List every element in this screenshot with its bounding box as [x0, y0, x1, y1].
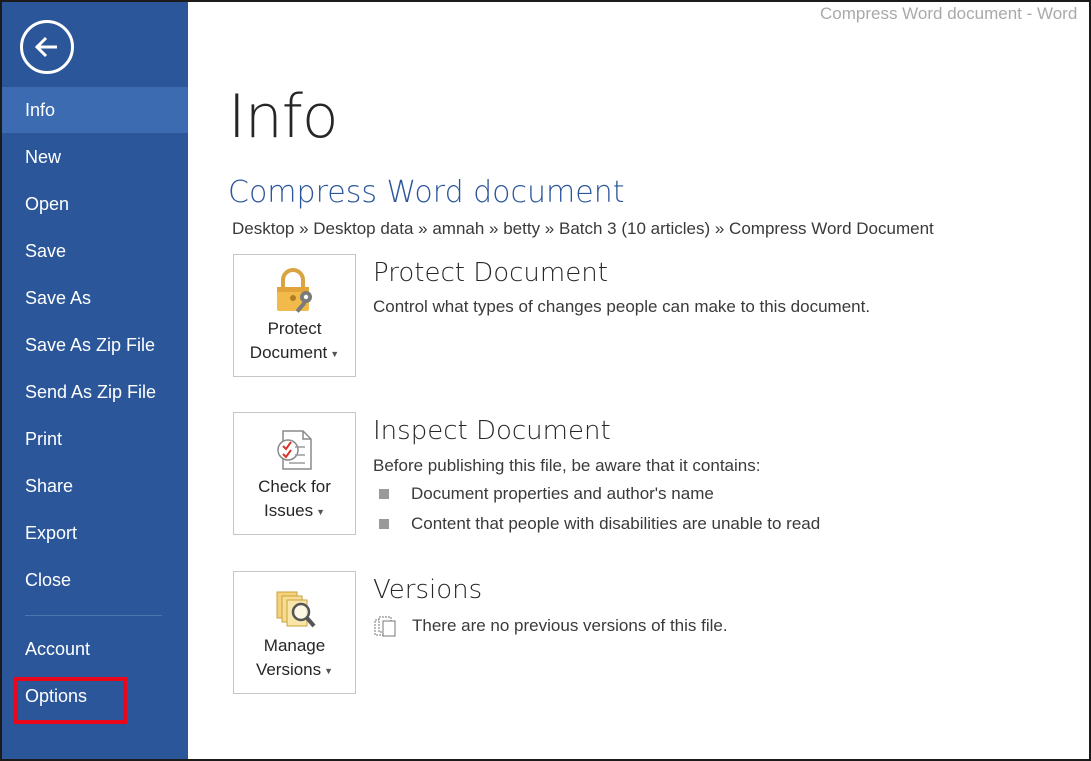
backstage-sidebar: Info New Open Save Save As Save As Zip F… — [2, 2, 188, 759]
protect-label-line2: Document — [249, 343, 328, 362]
nav-close[interactable]: Close — [2, 557, 188, 603]
dropdown-caret-icon: ▼ — [330, 348, 340, 359]
checklist-icon — [277, 430, 312, 470]
protect-label-line1: Protect — [267, 319, 322, 338]
nav-save-as-zip[interactable]: Save As Zip File — [2, 322, 188, 368]
nav-share[interactable]: Share — [2, 463, 188, 509]
protect-document-button[interactable]: Protect Document ▼ — [233, 254, 356, 377]
nav-new[interactable]: New — [2, 134, 188, 180]
window-title: Compress Word document - Word — [820, 4, 1078, 23]
inspect-label-line1: Check for — [258, 477, 331, 496]
nav-send-as-zip[interactable]: Send As Zip File — [2, 369, 188, 415]
dropdown-caret-icon: ▼ — [316, 506, 326, 517]
check-for-issues-label: Check for Issues ▼ — [234, 475, 355, 524]
nav-account[interactable]: Account — [2, 626, 188, 672]
manage-versions-button[interactable]: Manage Versions ▼ — [233, 571, 356, 694]
nav-print[interactable]: Print — [2, 416, 188, 462]
inspect-section-desc: Before publishing this file, be aware th… — [373, 456, 761, 475]
check-for-issues-button[interactable]: Check for Issues ▼ — [233, 412, 356, 535]
bullet-square-icon — [379, 489, 389, 499]
sidebar-divider — [25, 615, 162, 616]
inspect-label-line2: Issues — [263, 501, 314, 520]
nav-options[interactable]: Options — [2, 673, 188, 719]
file-path-breadcrumb: Desktop » Desktop data » amnah » betty »… — [232, 219, 934, 238]
document-versions-icon — [374, 616, 396, 637]
document-title: Compress Word document — [228, 175, 625, 210]
inspect-section-title: Inspect Document — [373, 416, 611, 446]
versions-label-line2: Versions — [255, 660, 322, 679]
protect-section-title: Protect Document — [373, 258, 608, 288]
versions-label-line1: Manage — [263, 636, 326, 655]
manage-versions-label: Manage Versions ▼ — [234, 634, 355, 683]
versions-section-title: Versions — [373, 575, 483, 605]
inspect-bullet-2: Content that people with disabilities ar… — [411, 514, 821, 533]
versions-search-icon — [276, 591, 316, 628]
nav-export[interactable]: Export — [2, 510, 188, 556]
nav-info[interactable]: Info — [2, 87, 188, 133]
inspect-bullet-1: Document properties and author's name — [411, 484, 714, 503]
nav-open[interactable]: Open — [2, 181, 188, 227]
versions-section-desc: There are no previous versions of this f… — [412, 616, 728, 635]
backstage-window: Compress Word document - Word Info New O… — [0, 0, 1091, 761]
nav-save[interactable]: Save — [2, 228, 188, 274]
nav-save-as[interactable]: Save As — [2, 275, 188, 321]
protect-section-desc: Control what types of changes people can… — [373, 297, 871, 316]
back-arrow-icon — [34, 36, 57, 58]
bullet-square-icon — [379, 519, 389, 529]
protect-document-label: Protect Document ▼ — [234, 317, 355, 366]
dropdown-caret-icon: ▼ — [324, 665, 334, 676]
lock-key-icon — [277, 268, 312, 313]
back-button[interactable] — [20, 20, 74, 74]
page-title: Info — [228, 82, 339, 152]
